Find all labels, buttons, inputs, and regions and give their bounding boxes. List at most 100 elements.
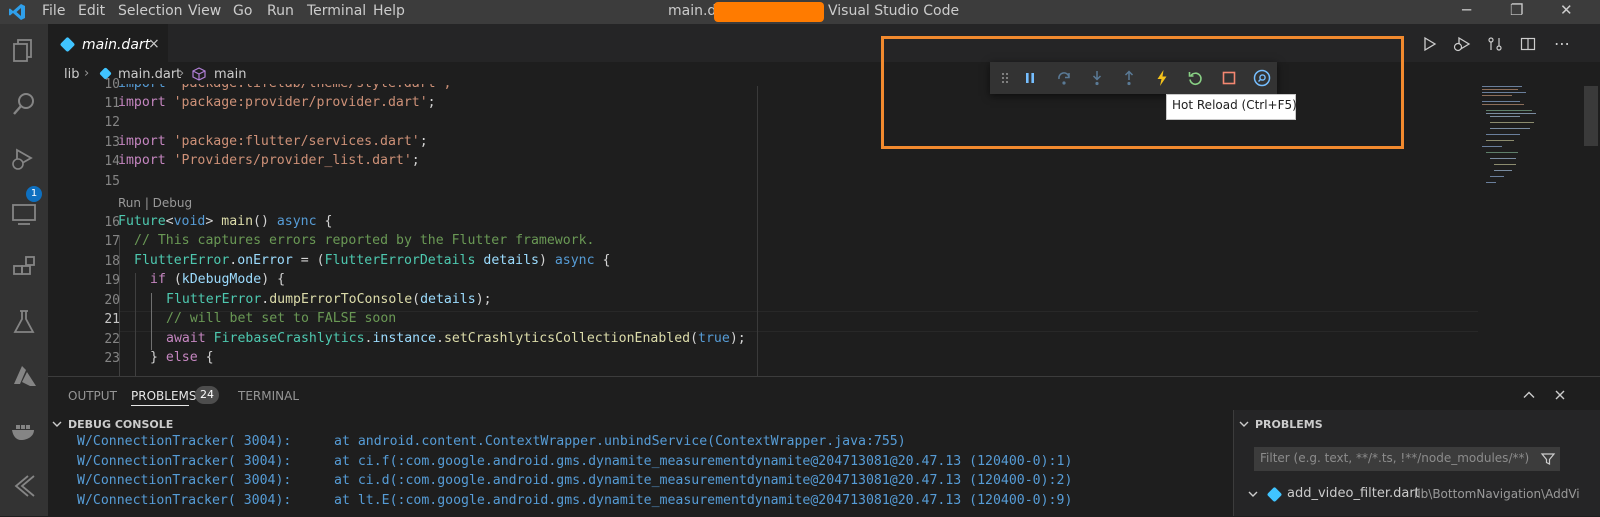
testing-flask-icon[interactable] [8, 306, 40, 338]
line-number-current: 21 [104, 312, 120, 327]
search-icon[interactable] [8, 88, 40, 120]
keyword: if [150, 272, 166, 287]
collapse-chevron-icon[interactable] [51, 418, 63, 430]
minimize-icon[interactable]: ─ [1462, 1, 1471, 19]
breadcrumb-symbol[interactable]: main [214, 67, 246, 82]
function: main [221, 214, 254, 229]
string: 'package:provider/provider.dart' [173, 95, 428, 110]
problems-header[interactable]: PROBLEMS [1255, 418, 1323, 431]
console-line-msg: at ci.f(:com.google.android.gms.dynamite… [334, 454, 1073, 469]
code-line: Future<void> main() async { [118, 214, 332, 229]
problem-file-name[interactable]: add_video_filter.dart [1287, 486, 1420, 501]
keyword: async [276, 214, 317, 229]
compare-changes-icon[interactable] [1487, 36, 1503, 52]
annotation-highlight-box [881, 36, 1404, 149]
tab-terminal[interactable]: TERMINAL [238, 389, 299, 403]
line-number: 11 [104, 96, 120, 111]
explorer-icon[interactable] [8, 34, 40, 66]
run-debug-icon[interactable] [8, 142, 40, 174]
tab-problems[interactable]: PROBLEMS [131, 389, 197, 403]
git-lens-icon[interactable] [8, 470, 40, 502]
line-number: 10 [104, 77, 120, 92]
codelens-run-debug[interactable]: Run | Debug [118, 196, 192, 210]
menu-view[interactable]: View [188, 3, 221, 19]
code-line: FlutterError.dumpErrorToConsole(details)… [166, 292, 492, 307]
punct: ); [475, 292, 492, 307]
editor-scrollbar[interactable] [1584, 86, 1598, 146]
extensions-icon[interactable] [8, 252, 40, 284]
variable: kDebugMode [181, 272, 262, 287]
menu-go[interactable]: Go [233, 3, 252, 19]
console-line-tag: W/ConnectionTracker( 3004): [77, 473, 292, 488]
punct: = ( [292, 253, 325, 268]
active-tab-underline [131, 405, 189, 406]
azure-icon[interactable] [8, 360, 40, 392]
punct: ( [690, 331, 699, 346]
close-window-icon[interactable]: ✕ [1560, 1, 1573, 19]
breadcrumb-file[interactable]: main.dart [118, 67, 181, 82]
line-number: 16 [104, 215, 120, 230]
line-number: 14 [104, 154, 120, 169]
breadcrumb-separator: › [179, 66, 185, 81]
split-editor-icon[interactable] [1520, 36, 1536, 52]
code-line: import 'package:provider/provider.dart'; [118, 95, 436, 110]
keyword: import [118, 95, 174, 110]
type: FlutterError [166, 292, 262, 307]
keyword: async [554, 253, 595, 268]
run-file-icon[interactable] [1422, 36, 1438, 52]
console-line-msg: at lt.E(:com.google.android.gms.dynamite… [334, 493, 1073, 508]
keyword: import [118, 134, 174, 149]
line-number: 20 [104, 293, 120, 308]
console-line-tag: W/ConnectionTracker( 3004): [77, 493, 292, 508]
keyword: import [118, 153, 174, 168]
window-title-suffix: Visual Studio Code [828, 3, 960, 19]
punct: < [165, 214, 174, 229]
string: 'package:flutter/services.dart' [173, 134, 420, 149]
punct: () [253, 214, 277, 229]
maximize-panel-chevron-icon[interactable] [1522, 388, 1536, 402]
menu-run[interactable]: Run [267, 3, 294, 19]
more-actions-icon[interactable]: ⋯ [1554, 34, 1570, 53]
type: FlutterError [134, 253, 230, 268]
tab-output[interactable]: OUTPUT [68, 389, 117, 403]
line-number: 19 [104, 273, 120, 288]
line-number: 12 [104, 115, 120, 130]
line-number: 23 [104, 351, 120, 366]
keyword: await [166, 331, 206, 346]
code-comment: // This captures errors reported by the … [134, 233, 595, 248]
tab-close-icon[interactable]: × [148, 36, 160, 52]
ruler-line [757, 86, 758, 376]
debug-console-header[interactable]: DEBUG CONSOLE [68, 418, 173, 431]
punct: ( [165, 272, 182, 287]
punct: ( [412, 292, 421, 307]
punct: { [316, 214, 333, 229]
menu-file[interactable]: File [42, 3, 65, 19]
problems-count-badge: 24 [195, 386, 219, 404]
debug-file-icon[interactable] [1453, 36, 1471, 52]
code-comment: // will bet set to FALSE soon [166, 311, 397, 326]
punct: ; [419, 134, 428, 149]
line-number: 17 [104, 234, 120, 249]
punct: ); [729, 331, 746, 346]
keyword: else [165, 350, 198, 365]
tab-label[interactable]: main.dart [82, 37, 150, 53]
close-panel-icon[interactable] [1553, 388, 1567, 402]
remote-explorer-icon[interactable] [8, 198, 40, 230]
type: FirebaseCrashlytics [213, 331, 365, 346]
filter-funnel-icon[interactable] [1540, 451, 1556, 467]
restore-icon[interactable]: ❐ [1510, 1, 1523, 19]
vscode-logo-icon [9, 4, 25, 20]
menu-help[interactable]: Help [373, 3, 405, 19]
menu-selection[interactable]: Selection [118, 3, 183, 19]
menu-terminal[interactable]: Terminal [307, 3, 366, 19]
docker-icon[interactable] [8, 414, 40, 446]
menu-edit[interactable]: Edit [78, 3, 105, 19]
type: FlutterErrorDetails [324, 253, 476, 268]
expand-chevron-icon[interactable] [1247, 488, 1259, 500]
collapse-chevron-icon[interactable] [1238, 418, 1250, 430]
code-line: import 'package:flutter/services.dart'; [118, 134, 428, 149]
type: Future [118, 214, 166, 229]
activity-bar: 1 [0, 24, 48, 516]
line-number: 13 [104, 135, 120, 150]
minimap[interactable] [1478, 84, 1558, 194]
